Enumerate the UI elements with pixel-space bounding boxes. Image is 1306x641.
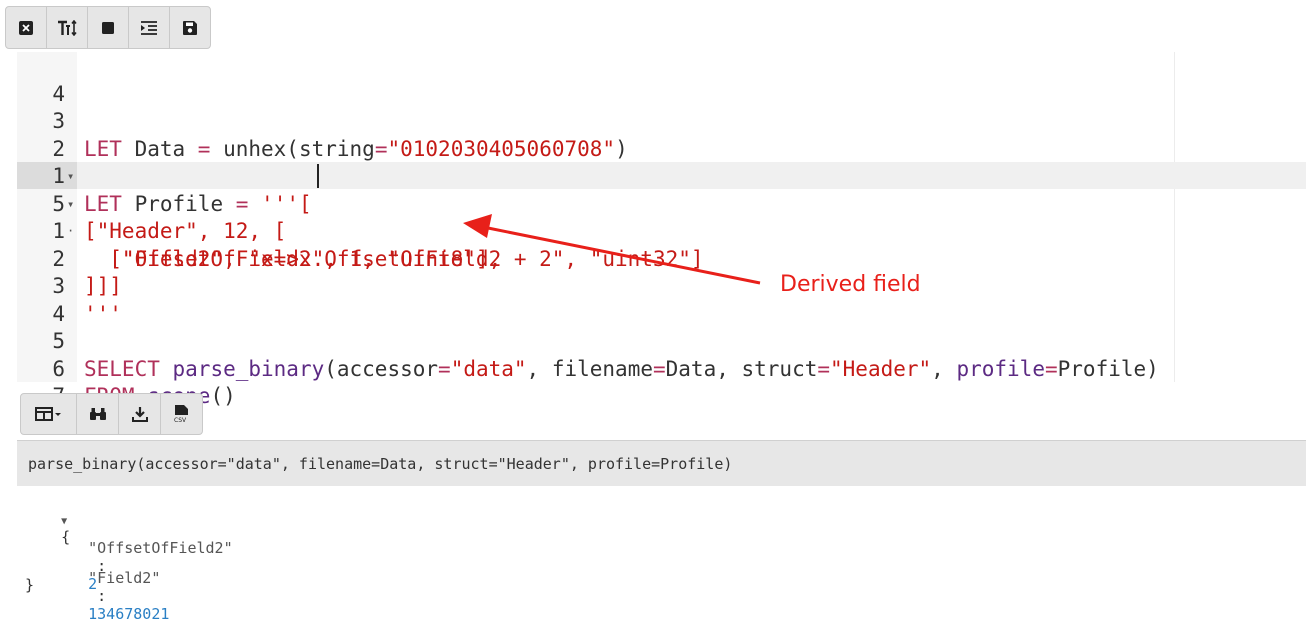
result-column-header[interactable]: parse_binary(accessor="data", filename=D… <box>17 440 1306 486</box>
json-value: 134678021 <box>88 605 170 623</box>
json-viewer: ▼ { "OffsetOfField2" : 2 "Field2" : 1346… <box>17 487 1306 623</box>
binoculars-icon <box>89 408 106 420</box>
annotation-label: Derived field <box>780 272 921 297</box>
svg-text:CSV: CSV <box>174 417 187 423</box>
json-key: "Field2" <box>88 569 161 587</box>
download-button[interactable] <box>119 394 161 434</box>
csv-export-button[interactable]: CSV <box>161 394 202 434</box>
csv-file-icon: CSV <box>174 405 188 423</box>
search-button[interactable] <box>77 394 119 434</box>
results-toolbar: CSV <box>20 393 203 435</box>
columns-dropdown-icon <box>34 407 61 421</box>
download-icon <box>131 407 148 422</box>
json-field: "Field2" : 134678021 <box>88 569 170 623</box>
json-close-brace: } <box>25 576 35 594</box>
columns-button[interactable] <box>21 394 77 434</box>
